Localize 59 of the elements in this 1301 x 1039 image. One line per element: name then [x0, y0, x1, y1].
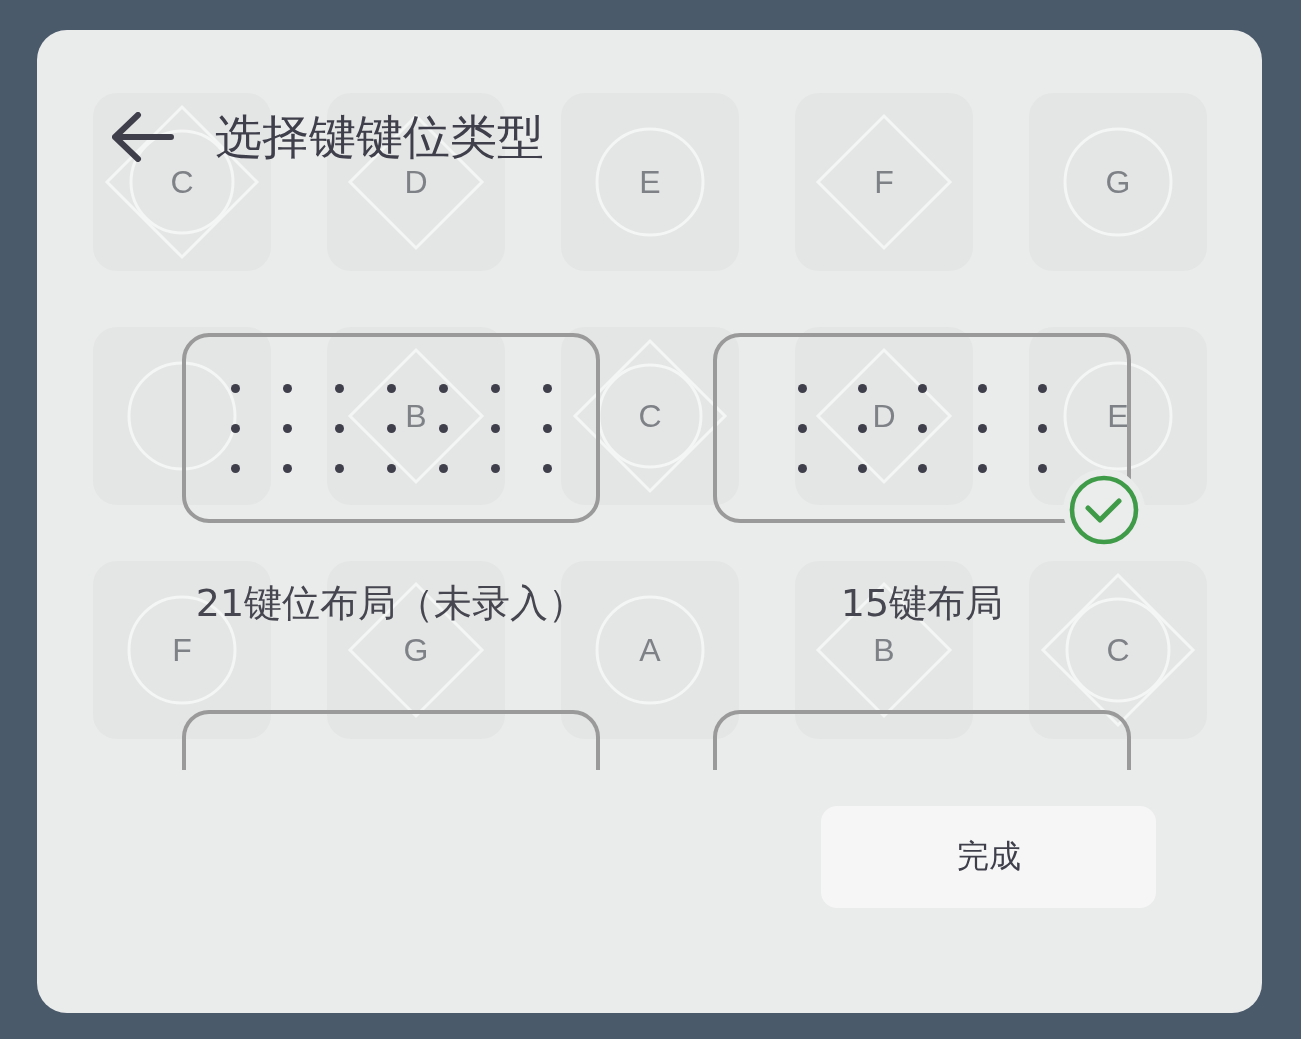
back-arrow-icon	[112, 112, 174, 162]
key-dot-icon	[282, 383, 292, 393]
key-dot-icon	[282, 423, 292, 433]
key-letter: G	[403, 631, 429, 669]
key-letter: D	[872, 397, 896, 435]
layout-label: 15键布局	[840, 580, 1004, 626]
key-dot-icon	[797, 383, 807, 393]
key-dot-icon	[857, 463, 867, 473]
key-dot-icon	[797, 463, 807, 473]
key-dot-icon	[230, 383, 240, 393]
key-dot-icon	[386, 383, 396, 393]
key-dot-icon	[334, 383, 344, 393]
key-dot-icon	[1037, 383, 1047, 393]
key-dot-icon	[438, 423, 448, 433]
done-button[interactable]: 完成	[821, 806, 1156, 908]
key-letter: C	[638, 397, 662, 435]
layout-card[interactable]	[182, 333, 600, 523]
key-letter: C	[170, 163, 194, 201]
layout-card[interactable]	[713, 710, 1131, 770]
key-dot-icon	[977, 383, 987, 393]
key-dot-icon	[490, 423, 500, 433]
key-dot-icon	[977, 463, 987, 473]
key-dot-icon	[542, 383, 552, 393]
key-dot-icon	[334, 463, 344, 473]
key-dot-icon	[917, 383, 927, 393]
key-letter: D	[404, 163, 428, 201]
key-dot-icon	[438, 463, 448, 473]
key-dot-icon	[490, 383, 500, 393]
key-letter: A	[639, 631, 661, 669]
key-dot-icon	[282, 463, 292, 473]
key-dot-icon	[857, 383, 867, 393]
key-dot-icon	[386, 423, 396, 433]
key-dot-icon	[1037, 463, 1047, 473]
key-dot-icon	[490, 463, 500, 473]
key-dot-icon	[542, 463, 552, 473]
key-dot-icon	[977, 423, 987, 433]
key-letter: G	[1105, 163, 1131, 201]
layout-card[interactable]	[182, 710, 600, 770]
key-letter: B	[405, 397, 427, 435]
key-dot-icon	[1037, 423, 1047, 433]
key-dot-icon	[386, 463, 396, 473]
key-dot-icon	[438, 383, 448, 393]
key-letter: B	[873, 631, 895, 669]
key-dot-icon	[857, 423, 867, 433]
key-letter: C	[1106, 631, 1130, 669]
back-button[interactable]	[112, 112, 174, 162]
key-dot-icon	[230, 463, 240, 473]
key-dot-icon	[334, 423, 344, 433]
key-dot-icon	[230, 423, 240, 433]
dialog-title: 选择键键位类型	[215, 109, 544, 165]
layout-label: 21键位布局（未录入）	[195, 580, 587, 626]
key-letter: E	[639, 163, 661, 201]
key-letter: F	[172, 631, 192, 669]
key-letter: E	[1107, 397, 1129, 435]
key-dot-icon	[917, 463, 927, 473]
key-letter: F	[874, 163, 894, 201]
key-dot-icon	[542, 423, 552, 433]
key-dot-icon	[917, 423, 927, 433]
key-dot-icon	[797, 423, 807, 433]
